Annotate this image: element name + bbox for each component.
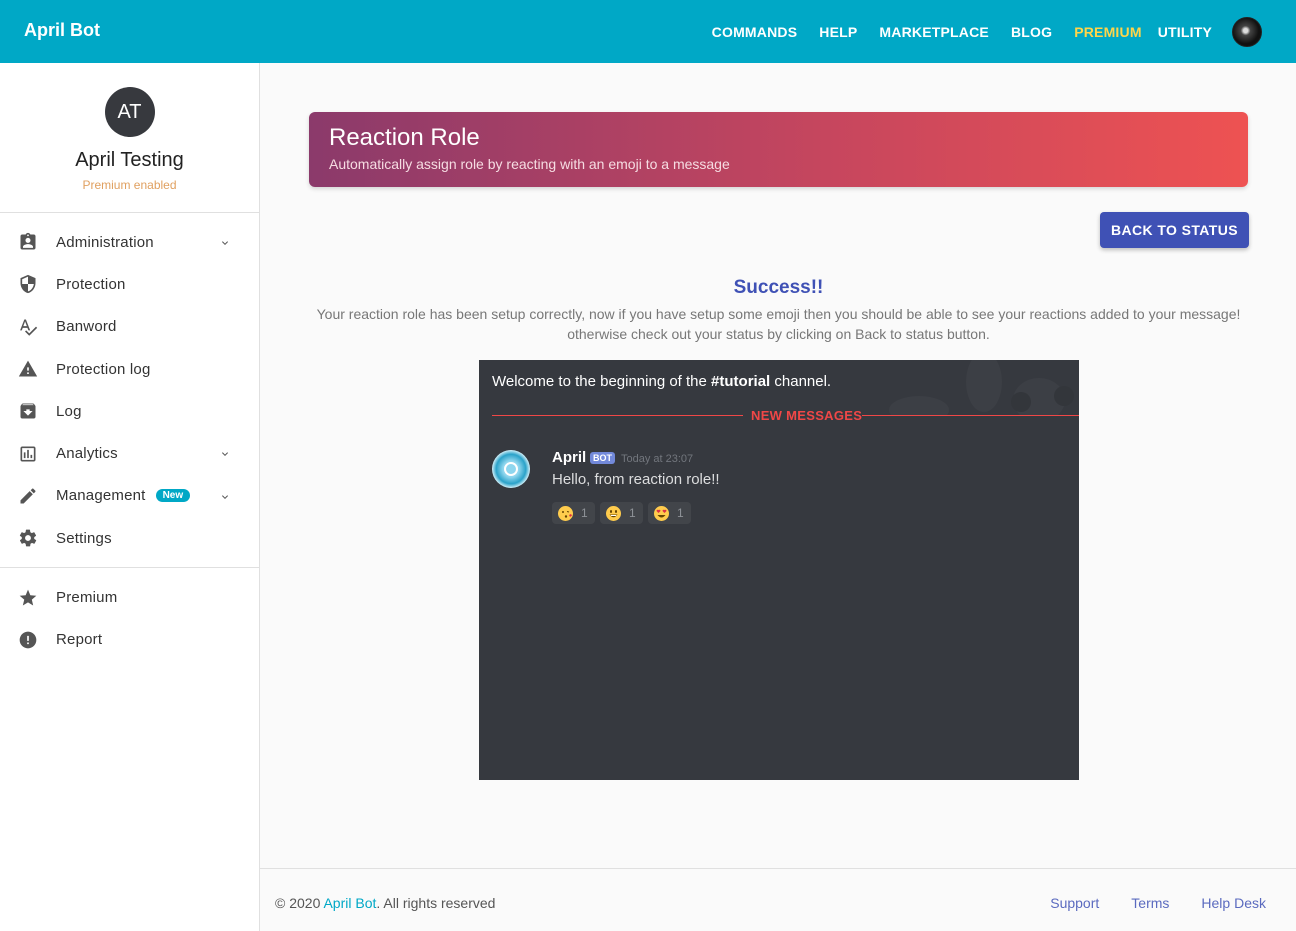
nav-utility[interactable]: UTILITY bbox=[1158, 24, 1212, 40]
star-icon bbox=[18, 588, 38, 608]
clipboard-account-icon bbox=[18, 232, 38, 252]
copyright: © 2020 April Bot. All rights reserved bbox=[275, 895, 495, 911]
profile-panel: AT April Testing Premium enabled bbox=[0, 63, 259, 213]
nav-help[interactable]: HELP bbox=[819, 24, 857, 40]
server-avatar: AT bbox=[104, 87, 155, 137]
welcome-prefix: Welcome to the beginning of the bbox=[492, 373, 712, 390]
nav-commands[interactable]: COMMANDS bbox=[712, 24, 798, 40]
brand-title[interactable]: April Bot bbox=[24, 20, 100, 41]
server-name: April Testing bbox=[75, 149, 184, 171]
sidebar-item-management[interactable]: Management New bbox=[0, 475, 259, 517]
footer-links: Support Terms Help Desk bbox=[1018, 895, 1266, 911]
sidebar-item-protection-log[interactable]: Protection log bbox=[0, 348, 259, 390]
new-messages-divider-left bbox=[492, 415, 743, 416]
copyright-suffix: . All rights reserved bbox=[376, 895, 496, 911]
warning-icon bbox=[18, 359, 38, 379]
page-title: Reaction Role bbox=[329, 124, 480, 151]
sidebar-item-label: Protection log bbox=[56, 360, 151, 378]
kissing-heart-emoji-icon bbox=[558, 505, 573, 521]
chart-icon bbox=[18, 444, 38, 464]
sidebar-item-label: Report bbox=[56, 631, 103, 649]
copyright-prefix: © 2020 bbox=[275, 895, 324, 911]
user-avatar[interactable] bbox=[1232, 16, 1262, 47]
chevron-down-icon bbox=[219, 490, 231, 508]
new-badge: New bbox=[155, 489, 191, 503]
heart-eyes-emoji-icon bbox=[654, 505, 669, 521]
grinning-emoji-icon bbox=[606, 505, 621, 521]
success-line-2: otherwise check out your status by click… bbox=[567, 326, 990, 342]
sidebar: AT April Testing Premium enabled Adminis… bbox=[0, 63, 260, 931]
sidebar-item-premium[interactable]: Premium bbox=[0, 576, 259, 618]
page-banner: Reaction Role Automatically assign role … bbox=[309, 112, 1248, 187]
nav-premium[interactable]: PREMIUM bbox=[1074, 24, 1142, 40]
message-author[interactable]: April bbox=[552, 449, 586, 466]
sidebar-item-settings[interactable]: Settings bbox=[0, 517, 259, 559]
footer: © 2020 April Bot. All rights reserved Su… bbox=[260, 868, 1296, 931]
chevron-down-icon bbox=[219, 447, 231, 465]
premium-status: Premium enabled bbox=[82, 178, 177, 192]
success-message: Your reaction role has been setup correc… bbox=[300, 304, 1257, 344]
reaction-kissing-heart[interactable]: 1 bbox=[552, 502, 595, 524]
decorative-clouds bbox=[889, 360, 1074, 415]
sidebar-item-label: Analytics bbox=[56, 445, 118, 463]
sidebar-item-label: Settings bbox=[56, 529, 112, 547]
message-content: Hello, from reaction role!! bbox=[552, 471, 720, 488]
channel-name: #tutorial bbox=[711, 373, 771, 390]
sidebar-item-label: Log bbox=[56, 402, 82, 420]
bot-tag: BOT bbox=[590, 452, 615, 464]
reaction-count: 1 bbox=[581, 506, 588, 520]
footer-link-help-desk[interactable]: Help Desk bbox=[1201, 895, 1266, 911]
sidebar-item-label: Banword bbox=[56, 318, 117, 336]
sidebar-item-label: Protection bbox=[56, 275, 126, 293]
sidebar-item-report[interactable]: Report bbox=[0, 619, 259, 661]
sidebar-item-banword[interactable]: Banword bbox=[0, 306, 259, 348]
footer-link-terms[interactable]: Terms bbox=[1131, 895, 1169, 911]
archive-icon bbox=[18, 401, 38, 421]
spellcheck-icon bbox=[18, 317, 38, 337]
message-timestamp: Today at 23:07 bbox=[621, 453, 694, 465]
channel-welcome: Welcome to the beginning of the #tutoria… bbox=[492, 373, 831, 390]
sidebar-item-protection[interactable]: Protection bbox=[0, 263, 259, 305]
footer-link-support[interactable]: Support bbox=[1050, 895, 1099, 911]
sidebar-divider bbox=[0, 567, 259, 569]
back-to-status-button[interactable]: BACK TO STATUS bbox=[1100, 212, 1249, 248]
reaction-heart-eyes[interactable]: 1 bbox=[648, 502, 691, 524]
welcome-suffix: channel. bbox=[770, 373, 832, 390]
sidebar-item-label: Management bbox=[56, 487, 146, 505]
alert-circle-icon bbox=[18, 630, 38, 650]
sidebar-item-log[interactable]: Log bbox=[0, 390, 259, 432]
success-line-1: Your reaction role has been setup correc… bbox=[316, 306, 1241, 322]
page-subtitle: Automatically assign role by reacting wi… bbox=[329, 156, 730, 172]
copyright-brand-link[interactable]: April Bot bbox=[323, 895, 376, 911]
reaction-grinning[interactable]: 1 bbox=[600, 502, 643, 524]
bot-logo-icon bbox=[504, 462, 518, 476]
reaction-count: 1 bbox=[629, 506, 636, 520]
reaction-list: 1 1 1 bbox=[552, 502, 696, 524]
sidebar-item-label: Premium bbox=[56, 589, 118, 607]
top-app-bar: April Bot COMMANDS HELP MARKETPLACE BLOG… bbox=[0, 0, 1296, 63]
success-heading: Success!! bbox=[733, 277, 824, 298]
chevron-down-icon bbox=[219, 236, 231, 254]
top-nav: COMMANDS HELP MARKETPLACE BLOG PREMIUM U… bbox=[690, 0, 1262, 63]
shield-icon bbox=[18, 274, 38, 294]
new-messages-divider-right bbox=[862, 415, 1079, 416]
discord-preview: Welcome to the beginning of the #tutoria… bbox=[479, 360, 1079, 780]
new-messages-label: NEW MESSAGES bbox=[751, 408, 863, 423]
sidebar-item-analytics[interactable]: Analytics bbox=[0, 432, 259, 474]
reaction-count: 1 bbox=[677, 506, 684, 520]
nav-blog[interactable]: BLOG bbox=[1011, 24, 1052, 40]
sidebar-item-administration[interactable]: Administration bbox=[0, 221, 259, 263]
gear-icon bbox=[18, 528, 38, 548]
nav-marketplace[interactable]: MARKETPLACE bbox=[879, 24, 989, 40]
pencil-icon bbox=[18, 486, 38, 506]
sidebar-item-label: Administration bbox=[56, 233, 154, 251]
bot-avatar bbox=[492, 450, 530, 488]
sidebar-menu: Administration Protection Banword Protec… bbox=[0, 213, 259, 661]
